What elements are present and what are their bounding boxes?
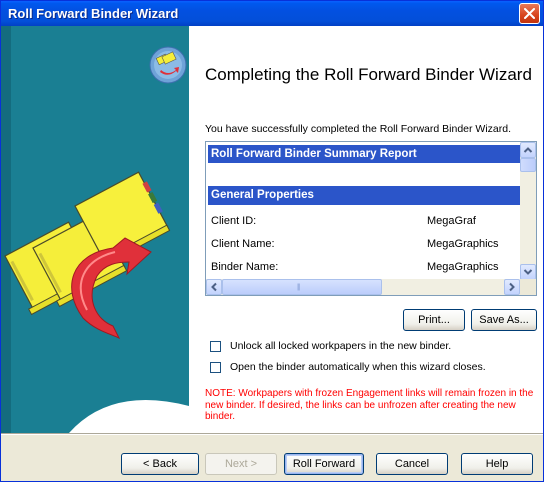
- chevron-up-icon: [523, 147, 533, 153]
- print-button[interactable]: Print...: [403, 309, 465, 331]
- title-bar[interactable]: Roll Forward Binder Wizard: [1, 1, 543, 26]
- horizontal-scroll-thumb[interactable]: |||: [222, 279, 382, 295]
- report-row: Client Name: MegaGraphics: [211, 235, 519, 253]
- vertical-scrollbar[interactable]: [520, 142, 536, 280]
- frozen-links-note: NOTE: Workpapers with frozen Engagement …: [205, 388, 534, 422]
- next-button[interactable]: Next >: [205, 453, 277, 475]
- report-row-value: MegaGraphics: [427, 238, 499, 250]
- report-row-value: MegaGraf: [427, 215, 476, 227]
- scroll-grip-icon: |||: [297, 284, 301, 291]
- wizard-badge-icon: [149, 46, 187, 89]
- scroll-corner: [520, 279, 536, 295]
- close-icon: [524, 8, 535, 19]
- window-title: Roll Forward Binder Wizard: [8, 6, 179, 21]
- open-binder-label[interactable]: Open the binder automatically when this …: [230, 361, 486, 373]
- save-as-button[interactable]: Save As...: [471, 309, 537, 331]
- open-binder-checkbox[interactable]: [210, 362, 221, 373]
- roll-forward-button[interactable]: Roll Forward: [284, 453, 364, 475]
- back-button[interactable]: < Back: [121, 453, 199, 475]
- unlock-checkbox[interactable]: [210, 341, 221, 352]
- chevron-left-icon: [211, 282, 217, 292]
- summary-report-pane[interactable]: Roll Forward Binder Summary Report Gener…: [205, 141, 537, 296]
- close-button[interactable]: [519, 3, 540, 24]
- chevron-down-icon: [523, 269, 533, 275]
- scroll-down-button[interactable]: [520, 264, 536, 280]
- wizard-side-panel: [1, 26, 189, 433]
- scroll-left-button[interactable]: [206, 279, 222, 295]
- scroll-up-button[interactable]: [520, 142, 536, 158]
- chevron-right-icon: [509, 282, 515, 292]
- report-section-header: General Properties: [208, 186, 521, 205]
- unlock-label[interactable]: Unlock all locked workpapers in the new …: [230, 340, 451, 352]
- success-message: You have successfully completed the Roll…: [205, 123, 512, 135]
- wizard-content: Completing the Roll Forward Binder Wizar…: [189, 26, 543, 433]
- report-row-value: MegaGraphics: [427, 261, 499, 273]
- wizard-footer: < Back Next > Roll Forward Cancel Help: [1, 435, 543, 481]
- report-row-label: Client ID:: [211, 215, 257, 227]
- report-title: Roll Forward Binder Summary Report: [208, 145, 521, 163]
- vertical-scroll-thumb[interactable]: [520, 158, 536, 172]
- horizontal-scrollbar[interactable]: |||: [206, 279, 536, 295]
- scroll-right-button[interactable]: [504, 279, 520, 295]
- report-row-label: Client Name:: [211, 238, 275, 250]
- report-row: Binder Name: MegaGraphics: [211, 258, 519, 276]
- page-heading: Completing the Roll Forward Binder Wizar…: [205, 65, 532, 84]
- report-row-label: Binder Name:: [211, 261, 279, 273]
- help-button[interactable]: Help: [461, 453, 533, 475]
- cancel-button[interactable]: Cancel: [376, 453, 448, 475]
- wizard-window: Roll Forward Binder Wizard Completing th…: [0, 0, 544, 482]
- report-row: Client ID: MegaGraf: [211, 212, 519, 230]
- report-content: Roll Forward Binder Summary Report Gener…: [206, 142, 521, 280]
